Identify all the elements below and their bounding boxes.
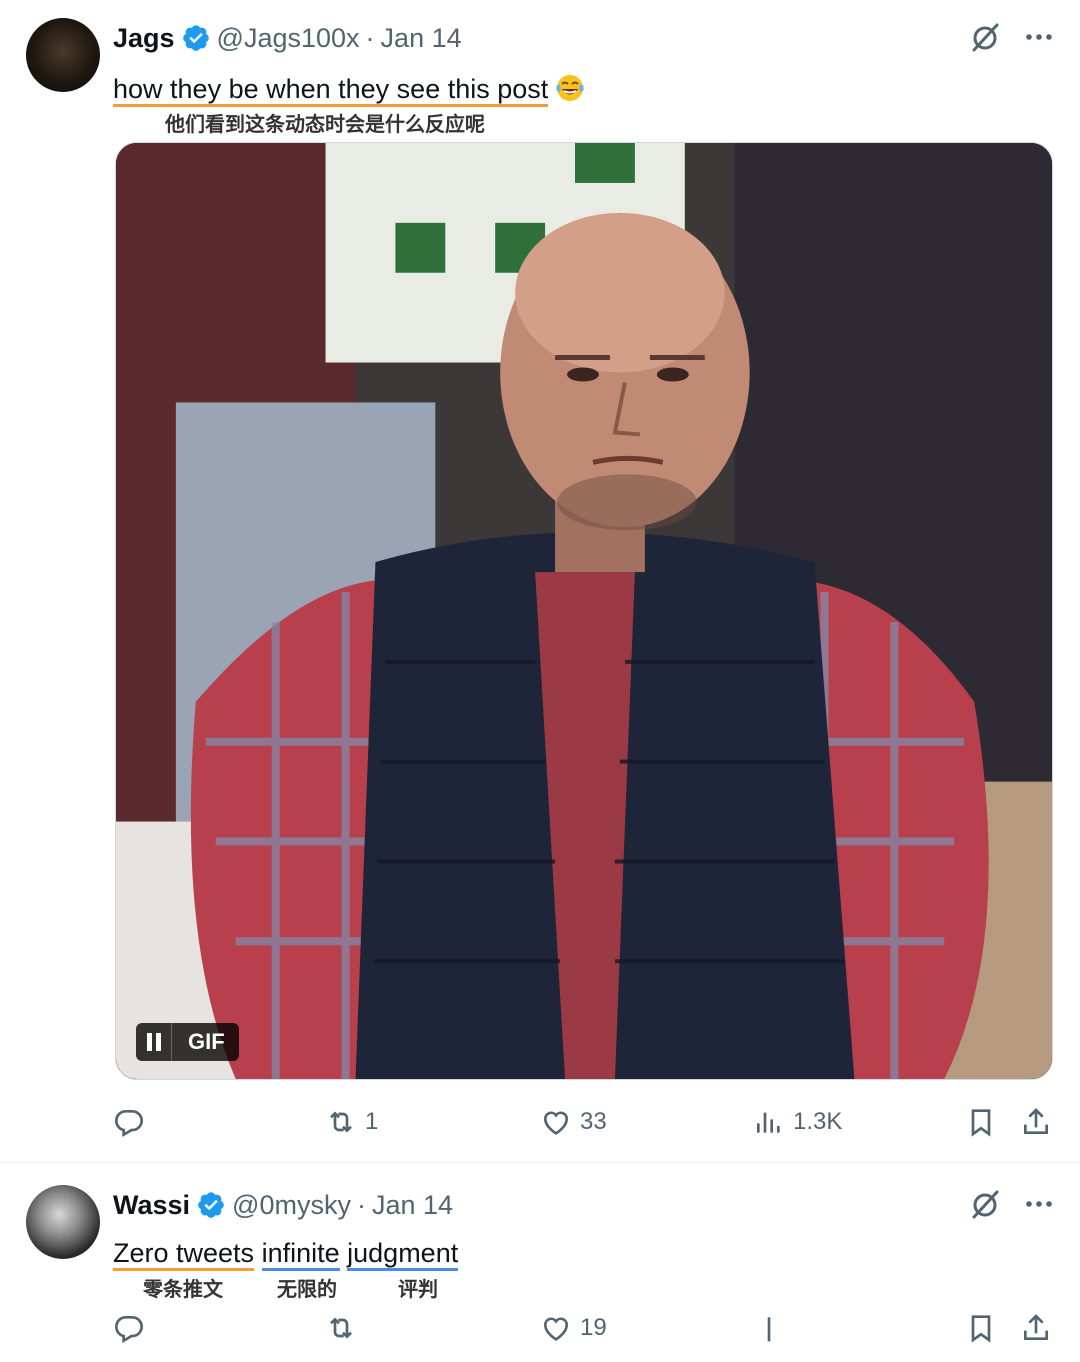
reply-icon (115, 1110, 144, 1137)
translation-text: 零条推文 (143, 1277, 223, 1301)
separator: · (365, 22, 375, 53)
gif-media[interactable]: GIF (115, 142, 1053, 1080)
bookmark-button[interactable] (965, 1306, 997, 1350)
like-icon (544, 1317, 568, 1341)
handle[interactable]: @Jags100x (217, 23, 360, 54)
bookmark-icon (971, 1109, 991, 1137)
tweet-text: how they be when they see this post (113, 72, 586, 107)
display-name[interactable]: Wassi (113, 1190, 190, 1221)
header-actions (968, 20, 1054, 59)
reply-button[interactable] (113, 1100, 153, 1144)
like-icon (544, 1111, 568, 1135)
translation-text: 他们看到这条动态时会是什么反应呢 (165, 112, 485, 136)
repost-icon (330, 1317, 352, 1339)
grok-icon[interactable] (968, 1187, 1002, 1226)
tweet-header: Wassi @0mysky · Jan 14 (113, 1185, 453, 1225)
action-bar: 19 (113, 1306, 1058, 1350)
separator: · (356, 1189, 366, 1220)
gif-label: GIF (188, 1029, 225, 1054)
grok-icon[interactable] (968, 20, 1002, 59)
views-icon (767, 1317, 771, 1342)
views-button[interactable]: 1.3K (753, 1100, 842, 1144)
repost-count: 1 (365, 1108, 379, 1135)
share-button[interactable] (1020, 1100, 1052, 1144)
views-icon (757, 1112, 780, 1133)
more-icon[interactable] (1024, 1187, 1054, 1226)
repost-button[interactable]: 1 (325, 1100, 378, 1144)
translation-text: 评判 (398, 1277, 438, 1301)
more-icon[interactable] (1024, 20, 1054, 59)
action-bar: 1 33 1.3K (113, 1100, 1058, 1144)
tweet-text-part: Zero tweets (113, 1238, 255, 1271)
like-count: 33 (580, 1108, 607, 1135)
header-actions (968, 1187, 1054, 1226)
display-name[interactable]: Jags (113, 23, 175, 54)
gif-badge[interactable]: GIF (136, 1023, 239, 1061)
bookmark-button[interactable] (965, 1100, 997, 1144)
translation-text: 无限的 (277, 1277, 337, 1301)
tweet-header: Jags @Jags100x · Jan 14 (113, 18, 462, 58)
share-icon (1024, 1108, 1048, 1134)
handle[interactable]: @0mysky (232, 1190, 351, 1221)
face-with-tears-of-joy-icon (556, 75, 584, 101)
like-button[interactable]: 33 (540, 1100, 607, 1144)
avatar[interactable] (26, 1185, 100, 1259)
views-button[interactable] (753, 1306, 785, 1350)
tweet-text-part: infinite (261, 1238, 340, 1271)
bookmark-icon (971, 1315, 991, 1343)
avatar[interactable] (26, 18, 100, 92)
tweet-wassi[interactable]: Wassi @0mysky · Jan 14 Zero tweets infin… (0, 1163, 1080, 1362)
views-count: 1.3K (793, 1108, 843, 1135)
tweet-text-body: how they be when they see this post (113, 74, 549, 107)
timestamp[interactable]: Jan 14 (381, 23, 462, 54)
tweet-jags[interactable]: Jags @Jags100x · Jan 14 how they be when… (0, 0, 1080, 1163)
verified-badge-icon (182, 25, 209, 51)
tweet-text: Zero tweets infinite judgment (113, 1238, 459, 1271)
pause-icon[interactable] (136, 1023, 172, 1061)
share-icon (1024, 1314, 1048, 1340)
reply-icon (115, 1316, 144, 1343)
verified-badge-icon (198, 1192, 224, 1218)
timestamp[interactable]: Jan 14 (372, 1190, 453, 1221)
reply-button[interactable] (113, 1306, 153, 1350)
share-button[interactable] (1020, 1306, 1052, 1350)
gif-image (116, 143, 1052, 1079)
like-count: 19 (580, 1314, 607, 1341)
repost-icon (330, 1111, 352, 1133)
like-button[interactable]: 19 (540, 1306, 607, 1350)
tweet-text-part: judgment (347, 1238, 459, 1271)
repost-button[interactable] (325, 1306, 365, 1350)
